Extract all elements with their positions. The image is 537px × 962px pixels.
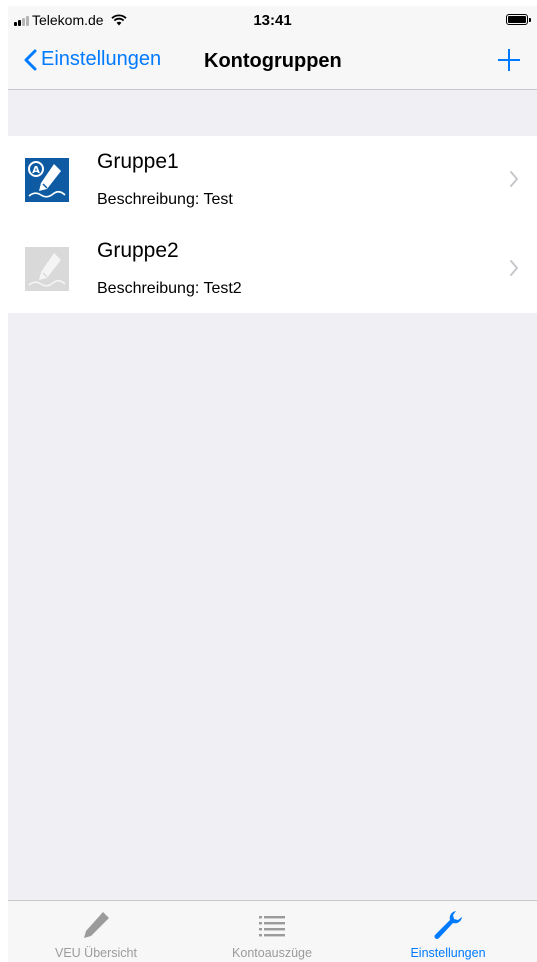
back-button[interactable]: Einstellungen [24, 48, 161, 71]
group-row-gruppe2[interactable]: Gruppe2 Beschreibung: Test2 [8, 224, 537, 313]
chevron-right-icon [510, 260, 518, 276]
chevron-right-icon [510, 171, 518, 187]
signature-icon [25, 247, 69, 291]
group-description: Beschreibung: Test [97, 191, 233, 208]
group-row-gruppe1[interactable]: A Gruppe1 Beschreibung: Test [8, 136, 537, 224]
navigation-bar: Einstellungen Kontogruppen [8, 36, 537, 90]
back-button-label: Einstellungen [41, 48, 162, 70]
svg-text:A: A [32, 165, 40, 176]
group-description: Beschreibung: Test2 [97, 280, 242, 297]
tab-veu-uebersicht[interactable]: VEU Übersicht [8, 901, 184, 962]
tab-einstellungen[interactable]: Einstellungen [360, 901, 536, 962]
tab-label: Kontoauszüge [232, 946, 312, 960]
group-list: A Gruppe1 Beschreibung: Test Gruppe2 Bes… [8, 136, 537, 313]
wrench-icon [434, 911, 462, 939]
tab-label: VEU Übersicht [55, 946, 137, 960]
chevron-left-icon [24, 49, 37, 70]
battery-icon [506, 14, 531, 25]
group-title: Gruppe2 [97, 239, 179, 262]
status-bar: Telekom.de 13:41 [8, 6, 537, 36]
tab-bar: VEU Übersicht Kontoauszüge Einstellungen [8, 900, 537, 962]
group-title: Gruppe1 [97, 150, 179, 173]
signature-a-icon: A [25, 158, 69, 202]
pen-icon [84, 912, 109, 938]
tab-label: Einstellungen [410, 946, 486, 960]
list-icon [259, 916, 285, 937]
tab-kontoauszuege[interactable]: Kontoauszüge [184, 901, 360, 962]
plus-icon[interactable] [497, 48, 521, 72]
clock: 13:41 [253, 12, 292, 29]
page-title: Kontogruppen [204, 50, 342, 72]
app-screen: Telekom.de 13:41 Einstellungen Kontogrup… [8, 6, 537, 962]
